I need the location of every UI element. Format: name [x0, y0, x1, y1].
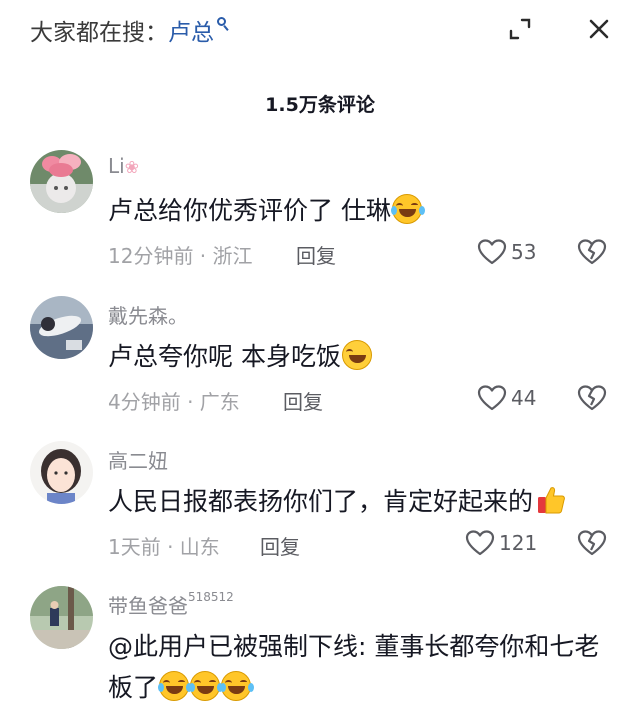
author-badge: 518512: [188, 590, 234, 604]
comment-text: 人民日报都表扬你们了，肯定好起来的: [108, 487, 534, 516]
comment-text: 卢总给你优秀评价了 仕琳: [108, 196, 391, 225]
heart-icon: [465, 530, 495, 556]
comment-content: 卢总夸你呢 本身吃饭: [108, 336, 608, 377]
thumbs-up-emoji-icon: [538, 487, 565, 514]
reply-button[interactable]: 回复: [296, 240, 336, 269]
laughing-crying-emoji-icon: [220, 671, 255, 701]
avatar[interactable]: [30, 586, 93, 649]
search-icon[interactable]: [216, 16, 230, 32]
flower-icon: ❀: [124, 158, 139, 178]
comment-content: @此用户已被强制下线: 董事长都夸你和七老板了: [108, 626, 608, 708]
author-name: Li: [108, 154, 125, 178]
avatar[interactable]: [30, 296, 93, 359]
broken-heart-icon[interactable]: [577, 237, 607, 267]
like-count: 53: [511, 240, 537, 264]
comment-count-title: 1.5万条评论: [265, 94, 375, 116]
laughing-crying-emoji-icon: [189, 671, 224, 701]
expand-icon[interactable]: [509, 18, 531, 40]
close-icon[interactable]: [587, 17, 611, 41]
heart-icon: [477, 385, 507, 411]
avatar[interactable]: [30, 441, 93, 504]
comment-time-location: 4分钟前 · 广东: [108, 390, 240, 414]
like-button[interactable]: 44: [477, 382, 536, 414]
top-bar: 大家都在搜：卢总: [0, 0, 640, 62]
laughing-crying-emoji-icon: [390, 194, 425, 224]
broken-heart-icon[interactable]: [577, 528, 607, 558]
comment-author[interactable]: Li❀: [108, 154, 139, 178]
broken-heart-icon[interactable]: [577, 383, 607, 413]
woozy-emoji-icon: [341, 340, 372, 370]
like-count: 44: [511, 386, 537, 410]
comment-time-location: 1天前 · 山东: [108, 535, 220, 559]
like-button[interactable]: 121: [465, 527, 537, 559]
comment-author[interactable]: 戴先森。: [108, 300, 188, 329]
avatar[interactable]: [30, 150, 93, 213]
comment-content: 人民日报都表扬你们了，肯定好起来的: [108, 481, 608, 522]
comment-text: 卢总夸你呢 本身吃饭: [108, 342, 341, 371]
comment-content: 卢总给你优秀评价了 仕琳: [108, 190, 608, 231]
search-suggestion[interactable]: 大家都在搜：卢总: [30, 13, 230, 47]
comment-time-location: 12分钟前 · 浙江: [108, 244, 253, 268]
reply-button[interactable]: 回复: [260, 531, 300, 560]
heart-icon: [477, 239, 507, 265]
like-count: 121: [499, 531, 538, 555]
search-term-link[interactable]: 卢总: [168, 20, 214, 46]
reply-button[interactable]: 回复: [283, 386, 323, 415]
author-name: 带鱼爸爸: [108, 594, 188, 618]
like-button[interactable]: 53: [477, 236, 536, 268]
comment-author[interactable]: 高二妞: [108, 445, 168, 474]
comment-author[interactable]: 带鱼爸爸518512: [108, 590, 234, 619]
search-prefix-label: 大家都在搜：: [30, 20, 168, 46]
laughing-crying-emoji-icon: [158, 671, 193, 701]
